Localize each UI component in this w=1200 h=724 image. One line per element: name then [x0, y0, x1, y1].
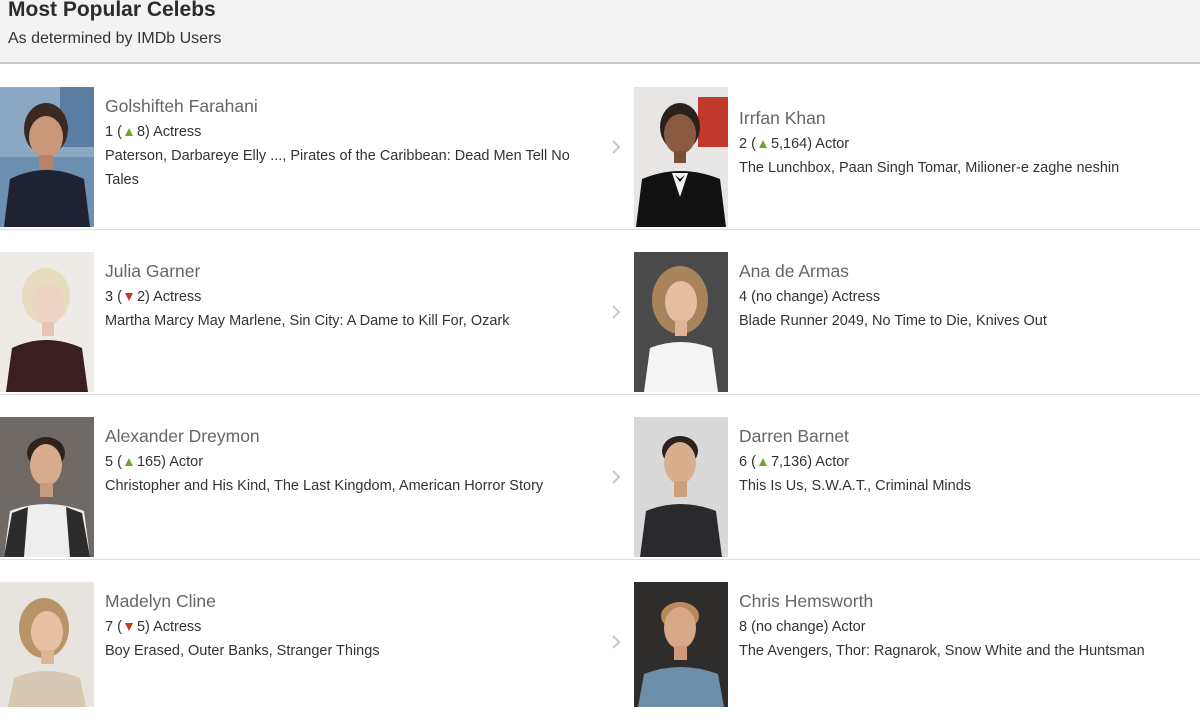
celeb-info: Irrfan Khan 2 (5,164) Actor The Lunchbox… [739, 105, 1189, 180]
chevron-right-icon[interactable] [610, 632, 622, 652]
celeb-rank: 5 [105, 454, 114, 470]
celeb-card[interactable]: Madelyn Cline 7 (5) Actress Boy Erased, … [0, 560, 634, 724]
celeb-role: Actor [169, 454, 204, 470]
page-subtitle: As determined by IMDb Users [8, 30, 222, 47]
celeb-card[interactable]: Alexander Dreymon 5 (165) Actor Christop… [0, 395, 634, 559]
celeb-photo[interactable] [0, 417, 94, 557]
celeb-info: Darren Barnet 6 (7,136) Actor This Is Us… [739, 423, 1189, 498]
celeb-role: Actor [815, 454, 850, 470]
celeb-rank: 2 [739, 136, 748, 152]
celeb-row: Golshifteh Farahani 1 (8) Actress Paters… [0, 65, 1200, 230]
rank-change: 165 [136, 454, 162, 470]
celeb-role: Actress [153, 124, 202, 140]
celeb-info: Madelyn Cline 7 (5) Actress Boy Erased, … [105, 588, 605, 663]
celeb-known-for[interactable]: Blade Runner 2049, No Time to Die, Knive… [739, 309, 1189, 333]
rank-up-icon [758, 457, 767, 466]
celeb-known-for[interactable]: Martha Marcy May Marlene, Sin City: A Da… [105, 309, 605, 333]
celeb-known-for[interactable]: Paterson, Darbareye Elly ..., Pirates of… [105, 144, 605, 192]
celeb-photo[interactable] [634, 417, 728, 557]
celeb-role: Actress [831, 289, 881, 305]
celeb-meta: 4 (no change) Actress [739, 289, 881, 305]
celeb-card[interactable]: Golshifteh Farahani 1 (8) Actress Paters… [0, 65, 634, 229]
celeb-rank: 8 [739, 619, 748, 635]
rank-change: no change [755, 289, 824, 305]
celeb-name[interactable]: Chris Hemsworth [739, 588, 1189, 614]
celeb-name[interactable]: Alexander Dreymon [105, 423, 605, 449]
celeb-meta: 2 (5,164) Actor [739, 136, 850, 152]
celeb-photo[interactable] [0, 87, 94, 227]
celeb-card[interactable]: Chris Hemsworth 8 (no change) Actor The … [634, 560, 1200, 724]
celeb-info: Golshifteh Farahani 1 (8) Actress Paters… [105, 93, 605, 192]
celeb-role: Actress [153, 289, 202, 305]
celeb-meta: 6 (7,136) Actor [739, 454, 850, 470]
celeb-info: Chris Hemsworth 8 (no change) Actor The … [739, 588, 1189, 663]
chevron-right-icon[interactable] [610, 137, 622, 157]
celeb-role: Actor [831, 619, 866, 635]
celeb-info: Ana de Armas 4 (no change) Actress Blade… [739, 258, 1189, 333]
rank-change: 2 [136, 289, 146, 305]
celeb-card[interactable]: Ana de Armas 4 (no change) Actress Blade… [634, 230, 1200, 394]
celeb-name[interactable]: Ana de Armas [739, 258, 1189, 284]
chevron-right-icon[interactable] [610, 467, 622, 487]
rank-change: 5,164 [770, 136, 808, 152]
celeb-photo[interactable] [0, 252, 94, 392]
celeb-card[interactable]: Darren Barnet 6 (7,136) Actor This Is Us… [634, 395, 1200, 559]
page-header: Most Popular Celebs As determined by IMD… [0, 0, 1200, 64]
celeb-known-for[interactable]: This Is Us, S.W.A.T., Criminal Minds [739, 474, 1189, 498]
rank-change: no change [755, 619, 824, 635]
celeb-known-for[interactable]: The Avengers, Thor: Ragnarok, Snow White… [739, 639, 1189, 663]
chevron-right-icon[interactable] [610, 302, 622, 322]
celeb-known-for[interactable]: Christopher and His Kind, The Last Kingd… [105, 474, 605, 498]
celeb-card[interactable]: Julia Garner 3 (2) Actress Martha Marcy … [0, 230, 634, 394]
celeb-photo[interactable] [634, 252, 728, 392]
celeb-info: Alexander Dreymon 5 (165) Actor Christop… [105, 423, 605, 498]
celeb-photo[interactable] [634, 582, 728, 707]
celeb-meta: 1 (8) Actress [105, 124, 202, 140]
celeb-role: Actor [815, 136, 850, 152]
celeb-known-for[interactable]: The Lunchbox, Paan Singh Tomar, Milioner… [739, 156, 1189, 180]
rank-change: 8 [136, 124, 146, 140]
rank-up-icon [124, 457, 133, 466]
celeb-name[interactable]: Madelyn Cline [105, 588, 605, 614]
rank-change: 5 [136, 619, 146, 635]
rank-up-icon [124, 127, 133, 136]
celeb-rank: 3 [105, 289, 114, 305]
celeb-photo[interactable] [0, 582, 94, 707]
rank-down-icon [124, 622, 133, 631]
celeb-meta: 5 (165) Actor [105, 454, 204, 470]
celeb-rank: 6 [739, 454, 748, 470]
celeb-card[interactable]: Irrfan Khan 2 (5,164) Actor The Lunchbox… [634, 65, 1200, 229]
celeb-meta: 3 (2) Actress [105, 289, 202, 305]
celeb-meta: 8 (no change) Actor [739, 619, 866, 635]
celeb-known-for[interactable]: Boy Erased, Outer Banks, Stranger Things [105, 639, 605, 663]
celeb-name[interactable]: Darren Barnet [739, 423, 1189, 449]
page-title: Most Popular Celebs [8, 0, 216, 21]
celeb-info: Julia Garner 3 (2) Actress Martha Marcy … [105, 258, 605, 333]
rank-up-icon [758, 139, 767, 148]
celeb-row: Alexander Dreymon 5 (165) Actor Christop… [0, 395, 1200, 560]
rank-down-icon [124, 292, 133, 301]
celeb-name[interactable]: Golshifteh Farahani [105, 93, 605, 119]
celeb-role: Actress [153, 619, 202, 635]
celeb-name[interactable]: Irrfan Khan [739, 105, 1189, 131]
rank-change: 7,136 [770, 454, 808, 470]
celeb-rank: 1 [105, 124, 114, 140]
celeb-rank: 7 [105, 619, 114, 635]
celeb-name[interactable]: Julia Garner [105, 258, 605, 284]
celeb-meta: 7 (5) Actress [105, 619, 202, 635]
celeb-photo[interactable] [634, 87, 728, 227]
celeb-row: Madelyn Cline 7 (5) Actress Boy Erased, … [0, 560, 1200, 707]
celeb-rank: 4 [739, 289, 748, 305]
celeb-row: Julia Garner 3 (2) Actress Martha Marcy … [0, 230, 1200, 395]
